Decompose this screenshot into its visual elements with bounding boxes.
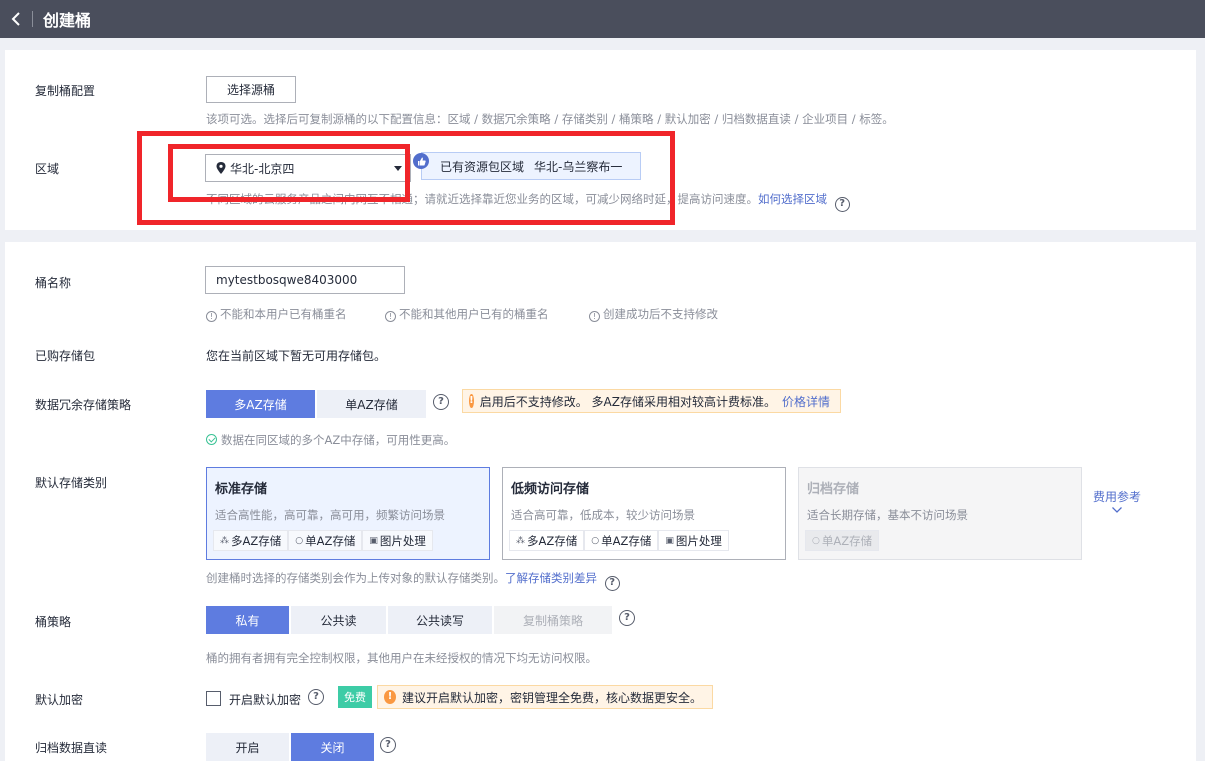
info-icon: ! [385,311,396,322]
archive-read-option-on[interactable]: 开启 [206,733,289,761]
archive-read-label: 归档数据直读 [35,741,108,755]
help-icon[interactable]: ? [433,394,449,410]
redundancy-warning: ! 启用后不支持修改。 多AZ存储采用相对较高计费标准。 价格详情 [462,389,841,413]
single-az-icon: ○ [591,535,600,546]
policy-option-public-read-write[interactable]: 公共读写 [388,606,492,634]
help-icon[interactable]: ? [834,197,850,212]
encryption-tip-text: 建议开启默认加密，密钥管理全免费，核心数据更安全。 [401,690,702,705]
package-text: 您在当前区域下暂无可用存储包。 [206,349,387,363]
tag: ▣ 图片处理 [658,530,729,551]
bucket-name-value: mytestbosqwe8403000 [216,273,358,287]
multi-az-icon: ⁂ [220,535,229,546]
replicate-label: 复制桶配置 [35,84,96,98]
redundancy-option-single-az[interactable]: 单AZ存储 [317,390,426,418]
select-source-bucket-button[interactable]: 选择源桶 [206,76,296,103]
redundancy-warning-text: 启用后不支持修改。 多AZ存储采用相对较高计费标准。 [479,394,776,409]
title-divider [32,11,33,27]
learn-storage-class-link[interactable]: 了解存储类别差异 [505,571,597,585]
price-details-link[interactable]: 价格详情 [782,393,830,410]
tag: ○ 单AZ存储 [288,530,363,551]
storage-class-card-standard[interactable]: 标准存储 适合高性能，高可靠，高可用，频繁访问场景 ⁂ 多AZ存储 ○ 单AZ存储 … [206,467,490,560]
tag: ○ 单AZ存储 [805,530,880,551]
single-az-icon: ○ [812,535,820,546]
package-label: 已购存储包 [35,349,96,363]
warning-icon: ! [469,394,474,408]
policy-option-public-read[interactable]: 公共读 [291,606,386,634]
back-arrow-icon [11,12,20,26]
highlight-box-inner [168,144,410,202]
bucket-name-label: 桶名称 [35,276,72,290]
archive-read-option-off[interactable]: 关闭 [291,733,374,761]
policy-hint: 桶的拥有者拥有完全控制权限，其他用户在未经授权的情况下均无访问权限。 [206,651,597,665]
help-icon[interactable]: ? [619,610,635,626]
policy-option-private[interactable]: 私有 [206,606,289,634]
bucket-name-input[interactable]: mytestbosqwe8403000 [205,266,405,294]
encryption-label: 默认加密 [35,693,84,707]
redundancy-option-multi-az[interactable]: 多AZ存储 [206,390,315,418]
replicate-hint: 该项可选。选择后可复制源桶的以下配置信息：区域 / 数据冗余策略 / 存储类别 … [206,112,894,126]
storage-class-card-archive: 归档存储 适合长期存储，基本不访问场景 ○ 单AZ存储 [798,467,1082,560]
image-icon: ▣ [369,535,378,546]
check-circle-icon [206,434,217,445]
chevron-down-icon [1112,507,1122,513]
info-icon: ! [206,311,217,322]
help-icon[interactable]: ? [380,737,396,753]
card-title: 低频访问存储 [511,482,590,497]
card-desc: 适合高性能，高可靠，高可用，频繁访问场景 [215,508,445,522]
bucket-settings-card: 桶名称 mytestbosqwe8403000 ! 不能和本用户已有桶重名 ! 不能… [5,242,1196,761]
encryption-tip: ! 建议开启默认加密，密钥管理全免费，核心数据更安全。 [377,685,713,709]
cost-reference-text: 费用参考 [1093,490,1142,504]
storage-class-label: 默认存储类别 [35,476,108,490]
bucket-name-rule: ! 创建成功后不支持修改 [589,306,718,322]
single-az-icon: ○ [295,535,304,546]
card-title: 标准存储 [215,482,268,497]
help-icon[interactable]: ? [308,689,324,705]
bucket-name-rule: ! 不能和本用户已有桶重名 [206,306,347,322]
policy-label: 桶策略 [35,615,72,629]
warning-icon: ! [384,690,396,704]
free-badge: 免费 [338,686,372,708]
storage-class-hint: 创建桶时选择的存储类别会作为上传对象的默认存储类别。了解存储类别差异 ? [206,570,620,591]
cost-reference-link[interactable]: 费用参考 [1093,488,1141,513]
redundancy-label: 数据冗余存储策略 [35,398,132,412]
card-desc: 适合高可靠，低成本，较少访问场景 [511,508,695,522]
storage-class-card-infrequent[interactable]: 低频访问存储 适合高可靠，低成本，较少访问场景 ⁂ 多AZ存储 ○ 单AZ存储 ▣ 图… [502,467,786,560]
encryption-checkbox[interactable] [206,691,221,706]
page-title: 创建桶 [43,11,92,30]
bucket-name-rule: ! 不能和其他用户已有的桶重名 [385,306,549,322]
region-label: 区域 [35,162,60,176]
image-icon: ▣ [665,535,674,546]
back-button[interactable] [0,0,32,38]
card-desc: 适合长期存储，基本不访问场景 [807,508,968,522]
info-icon: ! [589,311,600,322]
tag: ▣ 图片处理 [362,530,433,551]
tag: ⁂ 多AZ存储 [213,530,289,551]
policy-option-copy-policy: 复制桶策略 [494,606,612,634]
card-title: 归档存储 [807,482,860,497]
top-bar: 创建桶 [0,0,1205,38]
help-icon[interactable]: ? [604,576,620,591]
redundancy-hint: 数据在同区域的多个AZ中存储，可用性更高。 [206,432,455,448]
encryption-checkbox-label[interactable]: 开启默认加密 [229,691,301,708]
tag: ○ 单AZ存储 [584,530,659,551]
tag: ⁂ 多AZ存储 [509,530,585,551]
how-to-choose-region-link[interactable]: 如何选择区域 [758,192,827,206]
multi-az-icon: ⁂ [516,535,525,546]
